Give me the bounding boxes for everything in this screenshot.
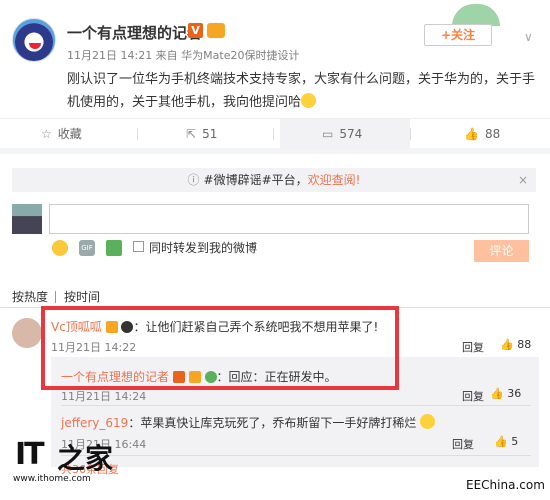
divider xyxy=(137,128,138,140)
thumb-icon: 👍 xyxy=(500,338,514,351)
favorite-button[interactable]: ☆ 收藏 xyxy=(41,119,82,149)
thumb-icon: 👍 xyxy=(464,127,479,141)
notice-link[interactable]: 欢迎查阅! xyxy=(308,173,361,187)
ithome-logo: IT xyxy=(15,437,45,472)
divider xyxy=(273,128,274,140)
close-icon[interactable]: × xyxy=(518,168,528,192)
chevron-down-icon[interactable]: ∨ xyxy=(524,30,533,44)
ithome-logo-zh: 之家 xyxy=(57,442,114,475)
divider xyxy=(410,128,411,140)
divider xyxy=(55,291,56,303)
submit-comment-button[interactable]: 评论 xyxy=(474,240,529,262)
comment-input[interactable] xyxy=(49,204,529,234)
image-icon[interactable] xyxy=(106,240,122,256)
blush-emoji-icon xyxy=(301,93,317,108)
tab-hot[interactable]: 按热度 xyxy=(12,288,48,305)
commenter-avatar[interactable] xyxy=(12,318,42,348)
reply-item: jeffery_619：苹果真快让库克玩死了，乔布斯留下一手好牌打稀烂 xyxy=(61,414,436,431)
reply-link[interactable]: 回复 xyxy=(462,388,484,404)
comment-like-button[interactable]: 👍 88 xyxy=(500,338,531,351)
follow-button[interactable]: +关注 xyxy=(424,24,492,46)
repost-button[interactable]: ⇱ 51 xyxy=(186,119,217,149)
post-username[interactable]: 一个有点理想的记者 xyxy=(67,22,202,43)
avatar[interactable] xyxy=(12,18,56,62)
comment-icon: ▭ xyxy=(322,127,334,141)
like-button[interactable]: 👍 88 xyxy=(464,119,500,149)
comment-like-count: 88 xyxy=(517,338,532,351)
sort-tabs: 按热度 按时间 xyxy=(0,288,550,308)
eechina-watermark: EEChina.com xyxy=(466,478,545,492)
verified-badge: V xyxy=(188,23,203,38)
comment-count: 574 xyxy=(339,127,363,141)
follow-label: +关注 xyxy=(440,28,476,42)
ithome-url: www.ithome.com xyxy=(13,474,91,484)
reply-like-count: 5 xyxy=(511,435,519,448)
notice-text: #微博辟谣#平台， xyxy=(203,173,308,187)
repost-checkbox[interactable] xyxy=(133,241,144,252)
reply-like-count: 36 xyxy=(507,387,522,400)
reply-like-button[interactable]: 👍 36 xyxy=(490,387,521,400)
divider xyxy=(61,455,531,456)
post-body: 刚认识了一位华为手机终端技术支持专家，大家有什么问题，关于华为的，关于手机使用的… xyxy=(67,72,536,110)
favorite-label: 收藏 xyxy=(57,127,82,141)
level-badge xyxy=(207,23,225,38)
gif-icon[interactable]: GIF xyxy=(79,240,95,256)
highlight-box xyxy=(41,306,399,390)
notice-bar: ⓘ #微博辟谣#平台，欢迎查阅! × xyxy=(12,168,536,192)
repost-count: 51 xyxy=(202,127,218,141)
smile-icon[interactable] xyxy=(52,240,68,256)
reply-link[interactable]: 回复 xyxy=(452,436,474,452)
reply-text: ：苹果真快让库克玩死了，乔布斯留下一手好牌打稀烂 xyxy=(128,416,417,430)
post-meta: 11月21日 14:21 来自 华为Mate20保时捷设计 xyxy=(67,49,300,62)
info-icon: ⓘ xyxy=(187,173,200,187)
comment-button[interactable]: ▭ 574 xyxy=(280,119,410,149)
star-icon: ☆ xyxy=(41,127,52,141)
post-action-bar: ☆ 收藏 ⇱ 51 ▭ 574 👍 88 xyxy=(0,118,550,149)
reply-link[interactable]: 回复 xyxy=(462,339,484,355)
crying-emoji-icon xyxy=(420,414,436,429)
decorative-illustration xyxy=(452,4,500,26)
my-avatar xyxy=(12,204,42,234)
reply-time: 11月21日 14:24 xyxy=(61,390,147,403)
tab-time[interactable]: 按时间 xyxy=(64,288,100,305)
like-count: 88 xyxy=(484,127,501,141)
divider xyxy=(61,405,531,406)
thumb-icon: 👍 xyxy=(494,435,508,448)
post-text: 刚认识了一位华为手机终端技术支持专家，大家有什么问题，关于华为的，关于手机使用的… xyxy=(67,68,537,114)
repost-checkbox-label: 同时转发到我的微博 xyxy=(149,241,258,255)
reply-username[interactable]: jeffery_619 xyxy=(61,416,128,430)
reply-like-button[interactable]: 👍 5 xyxy=(494,435,518,448)
thumb-icon: 👍 xyxy=(490,387,504,400)
repost-icon: ⇱ xyxy=(186,127,197,141)
